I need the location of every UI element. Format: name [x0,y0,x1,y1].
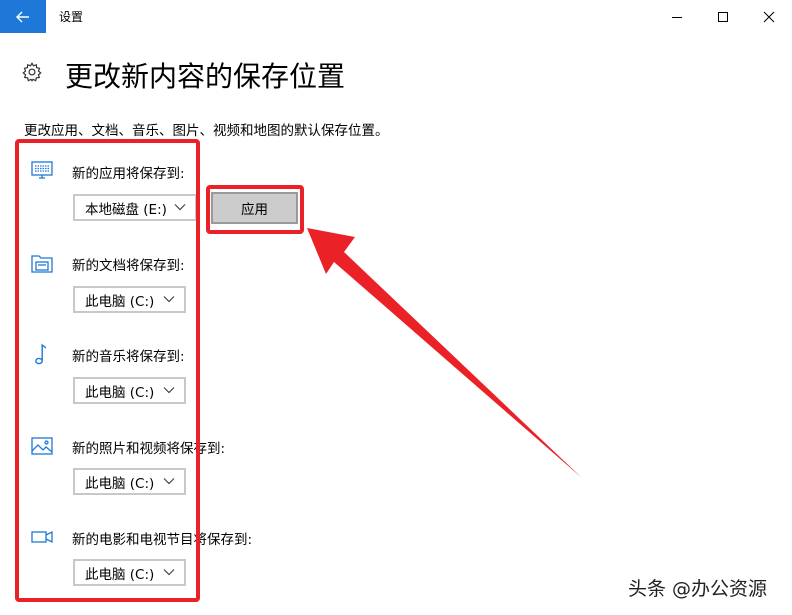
watermark: 头条 @办公资源 [628,578,768,600]
annotation-arrow [307,228,582,478]
